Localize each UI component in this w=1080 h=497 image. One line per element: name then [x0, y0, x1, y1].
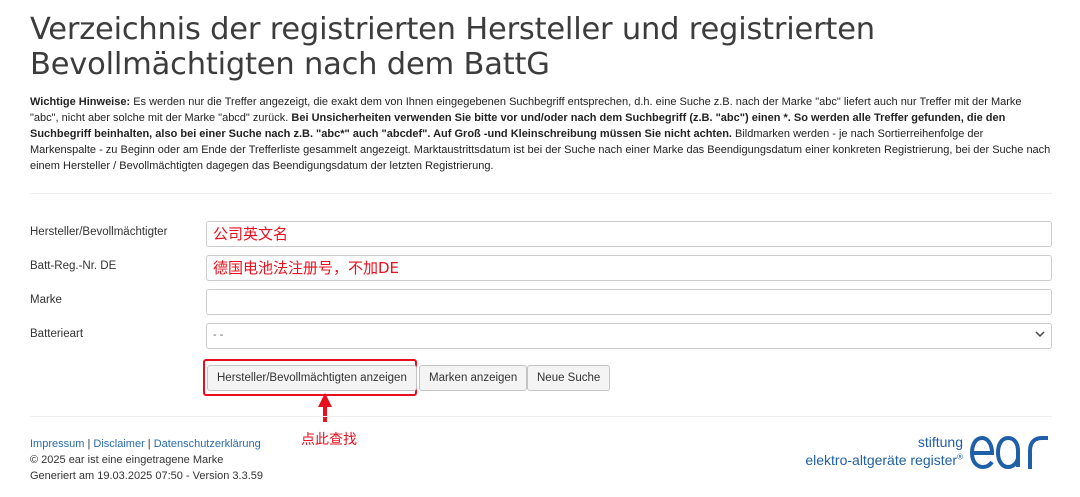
ear-logo[interactable]: stiftung elektro-altgeräte register® [802, 427, 1052, 477]
batt-reg-input-value: 德国电池法注册号，不加DE [213, 259, 400, 277]
row-hersteller: Hersteller/Bevollmächtigter 公司英文名 [30, 221, 1052, 247]
batt-reg-label: Batt-Reg.-Nr. DE [30, 260, 117, 272]
datenschutz-link[interactable]: Datenschutzerklärung [154, 438, 261, 450]
generated-text: Generiert am 19.03.2025 07:50 - Version … [30, 470, 263, 482]
row-marke: Marke [30, 289, 1052, 315]
chevron-down-icon [1035, 329, 1045, 342]
show-manufacturers-button[interactable]: Hersteller/Bevollmächtigten anzeigen [207, 365, 417, 391]
annotation-click-here: 点此查找 [301, 432, 357, 448]
batterieart-label: Batterieart [30, 328, 84, 340]
footer: Impressum | Disclaimer | Datenschutzerkl… [30, 436, 263, 484]
trademark-text: © 2025 ear ist eine eingetragene Marke [30, 454, 224, 466]
show-brands-button[interactable]: Marken anzeigen [419, 365, 528, 391]
footer-separator: | [144, 438, 154, 450]
batt-reg-input[interactable]: 德国电池法注册号，不加DE [206, 255, 1052, 281]
batterieart-selected: - - [213, 329, 224, 341]
impressum-link[interactable]: Impressum [30, 438, 84, 450]
hersteller-input[interactable]: 公司英文名 [206, 221, 1052, 247]
footer-links: Impressum | Disclaimer | Datenschutzerkl… [30, 436, 263, 452]
important-notes: Wichtige Hinweise: Es werden nur die Tre… [30, 94, 1052, 174]
hersteller-label: Hersteller/Bevollmächtigter [30, 226, 168, 238]
marke-label: Marke [30, 294, 62, 306]
disclaimer-link[interactable]: Disclaimer [93, 438, 144, 450]
marke-input[interactable] [206, 289, 1052, 315]
row-batterieart: Batterieart - - [30, 323, 1052, 349]
hersteller-input-value: 公司英文名 [213, 225, 289, 243]
ear-logo-mark [969, 435, 1048, 470]
footer-divider [30, 416, 1052, 417]
batterieart-select[interactable]: - - [206, 323, 1052, 349]
notes-label: Wichtige Hinweise: [30, 96, 131, 108]
logo-line-2: elektro-altgeräte register® [805, 452, 963, 468]
row-batt-reg: Batt-Reg.-Nr. DE 德国电池法注册号，不加DE [30, 255, 1052, 281]
logo-line-1: stiftung [917, 434, 963, 450]
page-title: Verzeichnis der registrierten Hersteller… [30, 12, 875, 82]
divider [30, 193, 1052, 194]
logo-line-2-text: elektro-altgeräte register [805, 452, 958, 468]
button-row: Hersteller/Bevollmächtigten anzeigen Mar… [30, 365, 1052, 391]
registered-mark: ® [957, 452, 963, 462]
new-search-button[interactable]: Neue Suche [527, 365, 611, 391]
